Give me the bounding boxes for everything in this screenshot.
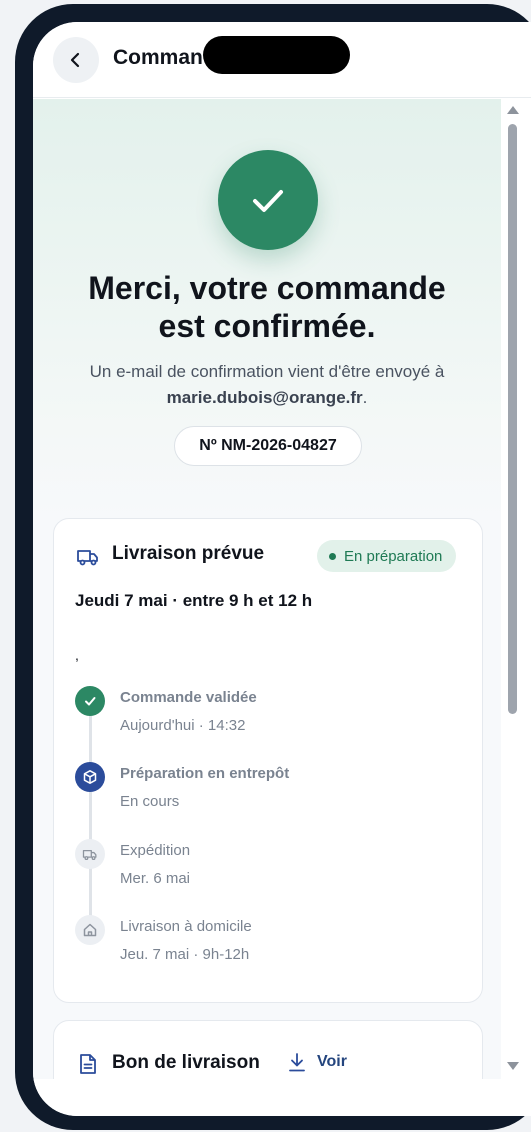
confirmation-title-line2: est confirmée. (158, 308, 376, 344)
status-badge: En préparation (317, 540, 457, 572)
home-indicator-area (33, 1079, 531, 1116)
delivery-note-card: Bon de livraison Voir (53, 1020, 483, 1079)
delivery-card: Livraison prévue En préparation Jeudi 7 … (53, 518, 483, 1003)
step-title: Livraison à domicile (120, 918, 252, 935)
box-icon (83, 770, 97, 784)
view-delivery-note-button[interactable]: Voir (287, 1051, 347, 1073)
scrollbar-thumb[interactable] (508, 124, 517, 714)
subtitle-text: Un e-mail de confirmation vient d'être e… (89, 362, 445, 381)
scroll-down-arrow[interactable] (507, 1062, 519, 1070)
step-dot (75, 839, 105, 869)
step-subtitle: En cours (120, 793, 180, 810)
step-subtitle: Aujourd'hui · 14:32 (120, 717, 246, 734)
step-title: Expédition (120, 842, 191, 859)
delivery-note-title: Bon de livraison (112, 1052, 260, 1073)
step-subtitle: Jeu. 7 mai · 9h-12h (120, 946, 250, 963)
truck-icon (77, 550, 98, 566)
step-title: Préparation en entrepôt (120, 765, 290, 782)
status-dot (329, 552, 336, 560)
confirmation-title: Merci, votre commande est confirmée. (33, 269, 501, 345)
scroll-content[interactable]: Merci, votre commande est confirmée. Un … (33, 99, 501, 1079)
truck-icon (82, 849, 97, 860)
scrollbar[interactable] (505, 102, 521, 1078)
delivery-note: , (75, 647, 79, 663)
success-badge (218, 150, 318, 250)
back-button[interactable] (53, 37, 99, 83)
confirmation-subtitle: Un e-mail de confirmation vient d'être e… (33, 359, 501, 411)
document-icon (80, 1054, 96, 1074)
delivery-title: Livraison prévue (112, 543, 265, 564)
delivery-date: Jeudi 7 mai · entre 9 h et 12 h (75, 591, 313, 610)
view-label: Voir (317, 1053, 347, 1070)
order-number-badge: Nº NM-2026-04827 (174, 426, 362, 466)
check-icon (253, 190, 283, 212)
step-dot (75, 762, 105, 792)
chevron-left-icon (70, 52, 80, 68)
timeline-line (89, 701, 92, 931)
email-address: marie.dubois@orange.fr (166, 388, 363, 407)
download-icon (289, 1053, 305, 1072)
page-title: Comman (113, 46, 203, 69)
scroll-up-arrow[interactable] (507, 106, 519, 114)
subtitle-period: . (362, 388, 368, 407)
step-dot (75, 915, 105, 945)
step-title: Commande validée (120, 689, 257, 706)
check-icon (85, 697, 96, 706)
step-dot (75, 686, 105, 716)
step-subtitle: Mer. 6 mai (120, 870, 191, 887)
status-label: En préparation (344, 547, 443, 565)
screen: Comman Merci, votre commande est confirm… (33, 22, 531, 1116)
home-icon (83, 923, 97, 937)
camera-notch (203, 36, 350, 74)
confirmation-title-line1: Merci, votre commande (88, 270, 446, 306)
